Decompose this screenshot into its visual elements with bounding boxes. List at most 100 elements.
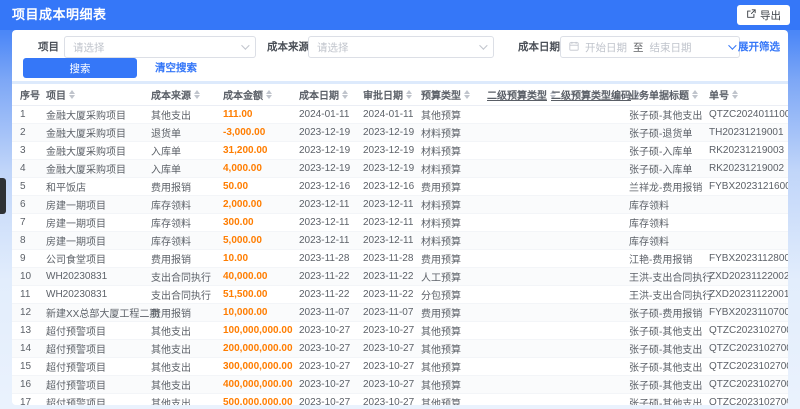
table-cell: 其他支出 [151,327,191,338]
table-cell: 张子硕-入库单 [629,147,693,158]
table-cell: 费用报销 [151,255,191,266]
cost-date-range-input[interactable]: 开始日期 至 结束日期 [560,36,740,58]
table-cell: 其他预算 [421,327,461,338]
table-cell: 31,200.00 [223,145,268,156]
table-cell: 超付预警项目 [46,381,106,392]
table-cell: 6 [20,199,26,210]
column-header-5[interactable]: 成本日期 [299,87,363,102]
table-cell: 支出合同执行 [151,291,211,302]
table-cell: 2023-12-11 [299,235,350,246]
table-cell: WH20230831 [46,271,108,282]
table-row: 10 WH20230831 支出合同执行 40,000.00 2023-11-22 202… [12,268,788,286]
table-cell: QTZC20231027002 [709,379,788,390]
project-select[interactable]: 请选择 [64,36,256,58]
table-cell: 和平饭店 [46,183,86,194]
table-cell: 2023-12-19 [299,145,351,156]
export-button[interactable]: 导出 [737,5,790,25]
table-cell: 2023-10-27 [299,343,351,354]
column-header-2[interactable]: 项目 [46,87,151,102]
sort-icon[interactable] [732,90,738,99]
table-row: 8 房建一期项目 库存领料 5,000.00 2023-12-11 2023-12-11 材… [12,232,788,250]
table-cell: QTZC20231027002 [709,361,788,372]
table-cell: 2,000.00 [223,199,262,210]
table-cell: 张子硕-其他支出 [629,327,703,338]
table-cell: 库存领料 [151,201,191,212]
table-cell: 2023-11-07 [299,307,350,318]
project-select-placeholder: 请选择 [73,41,105,54]
table-cell: 2023-10-27 [363,397,415,405]
top-header-bar: 项目成本明细表 导出 [0,0,800,30]
table-cell: 费用预算 [421,309,461,320]
side-drawer-handle[interactable] [0,178,6,214]
table-cell: 12 [20,307,32,318]
table-cell: 2024-01-11 [363,109,414,120]
table-cell: 费用报销 [151,309,191,320]
export-icon [746,8,756,22]
sort-icon[interactable] [266,90,272,99]
table-cell: 材料预算 [421,147,461,158]
column-header-4[interactable]: 成本金额 [223,87,299,102]
chevron-down-icon [479,41,488,50]
table-cell: 江艳-费用报销 [629,255,693,266]
sort-icon[interactable] [342,90,348,99]
table-cell: QTZC20231027002 [709,397,788,405]
table-cell: ZXD20231122001 [709,289,788,300]
table-cell: QTZC20231027002 [709,325,788,336]
table-cell: 2023-12-11 [363,217,414,228]
table-cell: 入库单 [151,147,181,158]
table-cell: 房建一期项目 [46,219,106,230]
table-cell: 9 [20,253,26,264]
table-cell: 1 [20,109,26,120]
table-cell: 金融大厦采购项目 [46,165,126,176]
column-header-label: 单号 [709,91,729,102]
table-cell: 分包预算 [421,291,461,302]
table-cell: 2023-10-27 [363,379,415,390]
table-cell: 2023-12-11 [299,217,350,228]
column-header-label: 序号 [20,91,40,102]
table-cell: 2023-10-27 [299,325,351,336]
column-header-9[interactable]: 二级预算类型编码 [551,87,640,102]
table-cell: 新建XX总部大厦工程二期 [46,309,160,320]
table-cell: 支出合同执行 [151,273,211,284]
table-row: 4 金融大厦采购项目 入库单 4,000.00 2023-12-19 2023-12-19… [12,160,788,178]
table-cell: 300,000,000.00 [223,361,293,372]
table-cell: 2023-12-11 [299,199,350,210]
expand-filters-link[interactable]: 展开筛选 [728,36,780,58]
sort-icon[interactable] [692,90,698,99]
sort-icon[interactable] [69,90,75,99]
column-header-7[interactable]: 预算类型 [421,87,487,102]
sort-icon[interactable] [406,90,412,99]
table-cell: 其他支出 [151,363,191,374]
clear-search-link[interactable]: 清空搜索 [155,58,197,78]
table-cell: 超付预警项目 [46,345,106,356]
table-cell: 2023-11-22 [363,271,414,282]
table-cell: 费用报销 [151,183,191,194]
sort-icon[interactable] [194,90,200,99]
column-header-8[interactable]: 二级预算类型 [487,87,556,102]
table-cell: FYBX20231107001 [709,307,788,318]
column-header-3[interactable]: 成本来源 [151,87,223,102]
table-cell: 金融大厦采购项目 [46,129,126,140]
table-cell: 其他支出 [151,345,191,356]
end-date-placeholder: 结束日期 [649,41,692,54]
column-header-10[interactable]: 业务单据标题 [629,87,709,102]
table-row: 1 金融大厦采购项目 其他支出 111.00 2024-01-11 2024-01-11 其… [12,106,788,124]
date-range-separator: 至 [633,41,644,54]
table-cell: 退货单 [151,129,181,140]
column-header-label: 二级预算类型编码 [551,91,631,102]
table-cell: 10,000.00 [223,307,268,318]
column-header-1: 序号 [20,87,46,102]
table-cell: 15 [20,361,32,372]
table-cell: 2023-10-27 [299,361,351,372]
column-header-11[interactable]: 单号 [709,87,778,102]
column-header-6[interactable]: 审批日期 [363,87,421,102]
table-row: 5 和平饭店 费用报销 50.00 2023-12-16 2023-12-16 费用预算 兰祥… [12,178,788,196]
column-header-label: 预算类型 [421,91,461,102]
search-button[interactable]: 搜索 [23,58,137,78]
sort-icon[interactable] [464,90,470,99]
table-cell: 材料预算 [421,165,461,176]
cost-source-select[interactable]: 请选择 [308,36,494,58]
table-cell: QTZC20231027002 [709,343,788,354]
table-cell: 张子硕-入库单 [629,165,693,176]
table-cell: 400,000,000.00 [223,379,293,390]
